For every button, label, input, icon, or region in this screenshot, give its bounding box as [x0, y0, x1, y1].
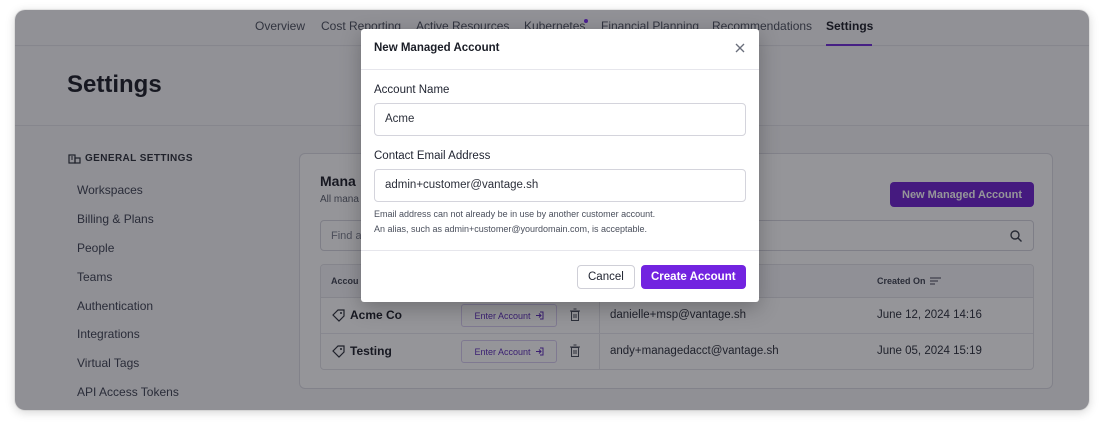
- email-hint-line-1: Email address can not already be in use …: [374, 209, 656, 219]
- dialog-header: New Managed Account: [361, 29, 759, 70]
- close-icon[interactable]: [734, 42, 746, 54]
- cancel-button[interactable]: Cancel: [577, 265, 635, 289]
- create-account-button[interactable]: Create Account: [641, 265, 746, 289]
- dialog-footer: Cancel Create Account: [361, 250, 759, 302]
- dialog-title: New Managed Account: [374, 42, 500, 54]
- app-window: Overview Cost Reporting Active Resources…: [15, 10, 1089, 410]
- account-name-input[interactable]: Acme: [374, 103, 746, 136]
- new-managed-account-dialog: New Managed Account Account Name Acme Co…: [361, 29, 759, 302]
- contact-email-label: Contact Email Address: [374, 150, 491, 162]
- account-name-label: Account Name: [374, 84, 450, 96]
- email-hint-line-2: An alias, such as admin+customer@yourdom…: [374, 224, 648, 234]
- contact-email-input[interactable]: admin+customer@vantage.sh: [374, 169, 746, 202]
